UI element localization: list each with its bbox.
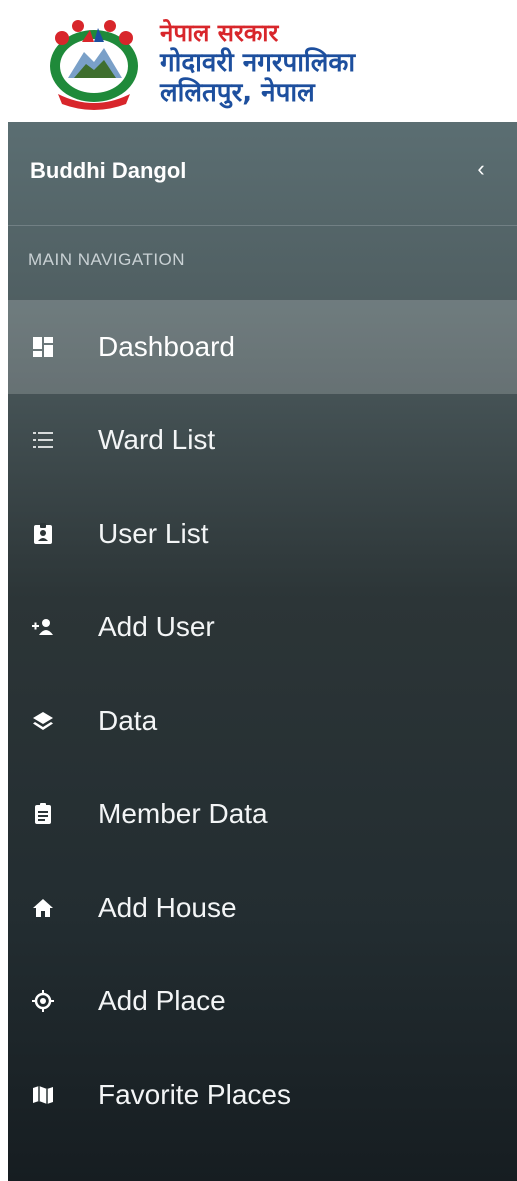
sidebar-item-label: Data	[98, 704, 158, 736]
logo-line-municipality: गोदावरी नगरपालिका	[160, 48, 356, 78]
map-icon	[28, 1080, 58, 1110]
sidebar-item-favorite-places[interactable]: Favorite Places	[8, 1048, 517, 1142]
home-icon	[28, 893, 58, 923]
logo-line-government: नेपाल सरकार	[160, 19, 279, 47]
collapse-sidebar-button[interactable]: ‹	[469, 156, 493, 184]
sidebar-item-dashboard[interactable]: Dashboard	[8, 300, 517, 394]
id-badge-icon	[28, 519, 58, 549]
sidebar-item-user-list[interactable]: User List	[8, 487, 517, 581]
user-name: Buddhi Dangol	[30, 158, 187, 183]
logo-line-location: ललितपुर, नेपाल	[160, 78, 315, 108]
crosshair-icon	[28, 986, 58, 1016]
sidebar-item-ward-list[interactable]: Ward List	[8, 394, 517, 488]
sidebar: Buddhi Dangol ‹ MAIN NAVIGATION Dashboar…	[8, 122, 517, 1181]
user-panel: Buddhi Dangol ‹	[8, 122, 517, 226]
logo-header: नेपाल सरकार गोदावरी नगरपालिका ललितपुर, न…	[0, 0, 517, 120]
list-icon	[28, 425, 58, 455]
sidebar-item-member-data[interactable]: Member Data	[8, 768, 517, 862]
layers-icon	[28, 706, 58, 736]
sidebar-item-label: Dashboard	[98, 330, 235, 362]
sidebar-item-add-house[interactable]: Add House	[8, 861, 517, 955]
add-user-icon	[28, 612, 58, 642]
sidebar-item-label: Ward List	[98, 424, 216, 456]
nepal-emblem-icon	[50, 20, 138, 110]
sidebar-item-add-place[interactable]: Add Place	[8, 955, 517, 1049]
sidebar-item-label: User List	[98, 517, 209, 549]
nav-header: MAIN NAVIGATION	[28, 250, 186, 269]
sidebar-item-data[interactable]: Data	[8, 674, 517, 768]
main-navigation-menu: Dashboard Ward List User List Add User D…	[8, 300, 517, 1142]
sidebar-item-add-user[interactable]: Add User	[8, 581, 517, 675]
sidebar-item-label: Add Place	[98, 985, 226, 1017]
dashboard-icon	[28, 332, 58, 362]
sidebar-item-label: Add User	[98, 611, 215, 643]
sidebar-item-label: Add House	[98, 891, 237, 923]
sidebar-item-label: Member Data	[98, 798, 268, 830]
sidebar-item-label: Favorite Places	[98, 1078, 291, 1110]
clipboard-icon	[28, 799, 58, 829]
